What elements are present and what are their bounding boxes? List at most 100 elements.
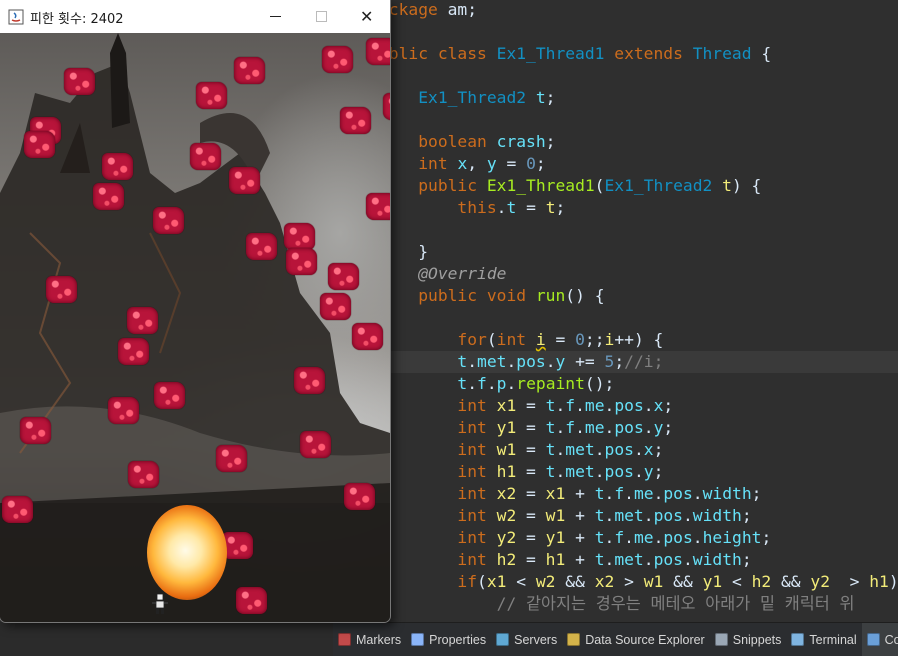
tab-label: Terminal xyxy=(809,632,857,647)
maximize-icon xyxy=(316,11,327,22)
code-line[interactable] xyxy=(379,307,898,329)
code-line[interactable]: public void run() { xyxy=(379,285,898,307)
code-line[interactable]: int y2 = y1 + t.f.me.pos.height; xyxy=(379,527,898,549)
code-token: 5 xyxy=(604,352,615,371)
minimize-button[interactable] xyxy=(253,0,299,33)
tab-data-source-explorer[interactable]: Data Source Explorer xyxy=(562,623,710,656)
code-token: run xyxy=(535,286,566,305)
code-token: width xyxy=(692,506,742,525)
code-line[interactable] xyxy=(379,21,898,43)
code-line[interactable]: t.f.p.repaint(); xyxy=(379,373,898,395)
code-line[interactable]: int x1 = t.f.me.pos.x; xyxy=(379,395,898,417)
code-line[interactable]: int x, y = 0; xyxy=(379,153,898,175)
code-line[interactable]: } xyxy=(379,241,898,263)
code-token: y1 xyxy=(702,572,723,591)
code-token: ; xyxy=(741,506,752,525)
meteor-sprite xyxy=(344,483,375,510)
code-token: int xyxy=(457,506,497,525)
console-icon xyxy=(866,633,880,646)
game-canvas[interactable] xyxy=(0,33,390,622)
code-token: (); xyxy=(584,374,615,393)
tab-properties[interactable]: Properties xyxy=(406,623,491,656)
code-line[interactable]: for(int i = 0;;i++) { xyxy=(379,329,898,351)
maximize-button xyxy=(299,0,345,33)
code-token: t xyxy=(594,528,605,547)
code-token: && xyxy=(663,572,703,591)
meteor-sprite xyxy=(128,461,159,488)
code-line[interactable]: int h2 = h1 + t.met.pos.width; xyxy=(379,549,898,571)
code-line[interactable]: int h1 = t.met.pos.y; xyxy=(379,461,898,483)
code-token: int xyxy=(457,396,497,415)
code-line[interactable] xyxy=(379,219,898,241)
tab-label: Markers xyxy=(356,632,402,647)
code-token: t xyxy=(545,418,556,437)
tab-terminal[interactable]: Terminal xyxy=(786,623,861,656)
code-token: pos xyxy=(614,418,644,437)
tab-label: Con xyxy=(884,632,898,647)
code-line[interactable]: boolean crash; xyxy=(379,131,898,153)
code-token: ; xyxy=(663,396,674,415)
code-token: + xyxy=(565,550,595,569)
meteor-sprite xyxy=(383,93,390,120)
code-line[interactable]: int x2 = x1 + t.f.me.pos.width; xyxy=(379,483,898,505)
code-token: h1 xyxy=(545,550,566,569)
code-token: = xyxy=(516,418,546,437)
code-token: . xyxy=(633,440,644,459)
code-line[interactable]: ackage am; xyxy=(379,0,898,21)
code-token: if xyxy=(457,572,478,591)
game-window-titlebar[interactable]: 피한 횟수: 2402 ✕ xyxy=(0,0,390,34)
code-line[interactable]: int w1 = t.met.pos.x; xyxy=(379,439,898,461)
code-token: . xyxy=(575,418,585,437)
code-line[interactable]: this.t = t; xyxy=(379,197,898,219)
meteor-sprite xyxy=(236,587,267,614)
code-token: Thread xyxy=(692,44,752,63)
code-token: crash xyxy=(496,132,546,151)
code-token: ; xyxy=(663,418,674,437)
code-token: t xyxy=(545,396,556,415)
code-token: . xyxy=(682,550,693,569)
code-token: ++) { xyxy=(614,330,664,349)
code-token: t xyxy=(722,176,732,195)
code-token: ; xyxy=(555,198,566,217)
tab-servers[interactable]: Servers xyxy=(491,623,562,656)
code-line[interactable]: t.met.pos.y += 5;//i; xyxy=(373,351,898,373)
tab-markers[interactable]: Markers xyxy=(333,623,406,656)
code-line[interactable]: Ex1_Thread2 t; xyxy=(379,87,898,109)
code-line[interactable]: public Ex1_Thread1(Ex1_Thread2 t) { xyxy=(379,175,898,197)
game-window: 피한 횟수: 2402 ✕ xyxy=(0,0,390,622)
code-token: int xyxy=(496,330,536,349)
code-token: = xyxy=(516,484,546,503)
code-line[interactable] xyxy=(379,109,898,131)
code-text[interactable]: ackage am; ublic class Ex1_Thread1 exten… xyxy=(373,0,898,615)
code-line[interactable]: int y1 = t.f.me.pos.y; xyxy=(379,417,898,439)
tab-con[interactable]: Con xyxy=(861,623,898,656)
code-token: ; xyxy=(653,462,664,481)
code-token: t xyxy=(535,88,546,107)
code-line[interactable]: if(x1 < w2 && x2 > w1 && y1 < h2 && y2 >… xyxy=(379,571,898,593)
code-token: = xyxy=(516,528,546,547)
code-line[interactable]: ublic class Ex1_Thread1 extends Thread { xyxy=(379,43,898,65)
tab-snippets[interactable]: Snippets xyxy=(710,623,787,656)
meteor-sprite xyxy=(216,445,247,472)
code-token: ; xyxy=(535,154,546,173)
code-line[interactable]: @Override xyxy=(379,263,898,285)
meteor-sprite xyxy=(352,323,383,350)
explosion-effect xyxy=(147,505,227,600)
code-token: . xyxy=(653,528,664,547)
code-token: int xyxy=(457,550,497,569)
close-button[interactable]: ✕ xyxy=(344,0,390,33)
code-token: t xyxy=(545,440,556,459)
code-token: pos xyxy=(604,462,634,481)
code-token: pos xyxy=(653,506,683,525)
code-line[interactable] xyxy=(379,65,898,87)
code-token: boolean xyxy=(418,132,497,151)
code-line[interactable]: // 같아지는 경우는 메테오 아래가 밑 캐릭터 위 xyxy=(379,593,898,615)
code-token: . xyxy=(682,506,693,525)
code-token: pos xyxy=(604,440,634,459)
code-token: int xyxy=(457,418,497,437)
code-line[interactable]: int w2 = w1 + t.met.pos.width; xyxy=(379,505,898,527)
meteor-sprite xyxy=(153,207,184,234)
code-token: met xyxy=(565,462,595,481)
